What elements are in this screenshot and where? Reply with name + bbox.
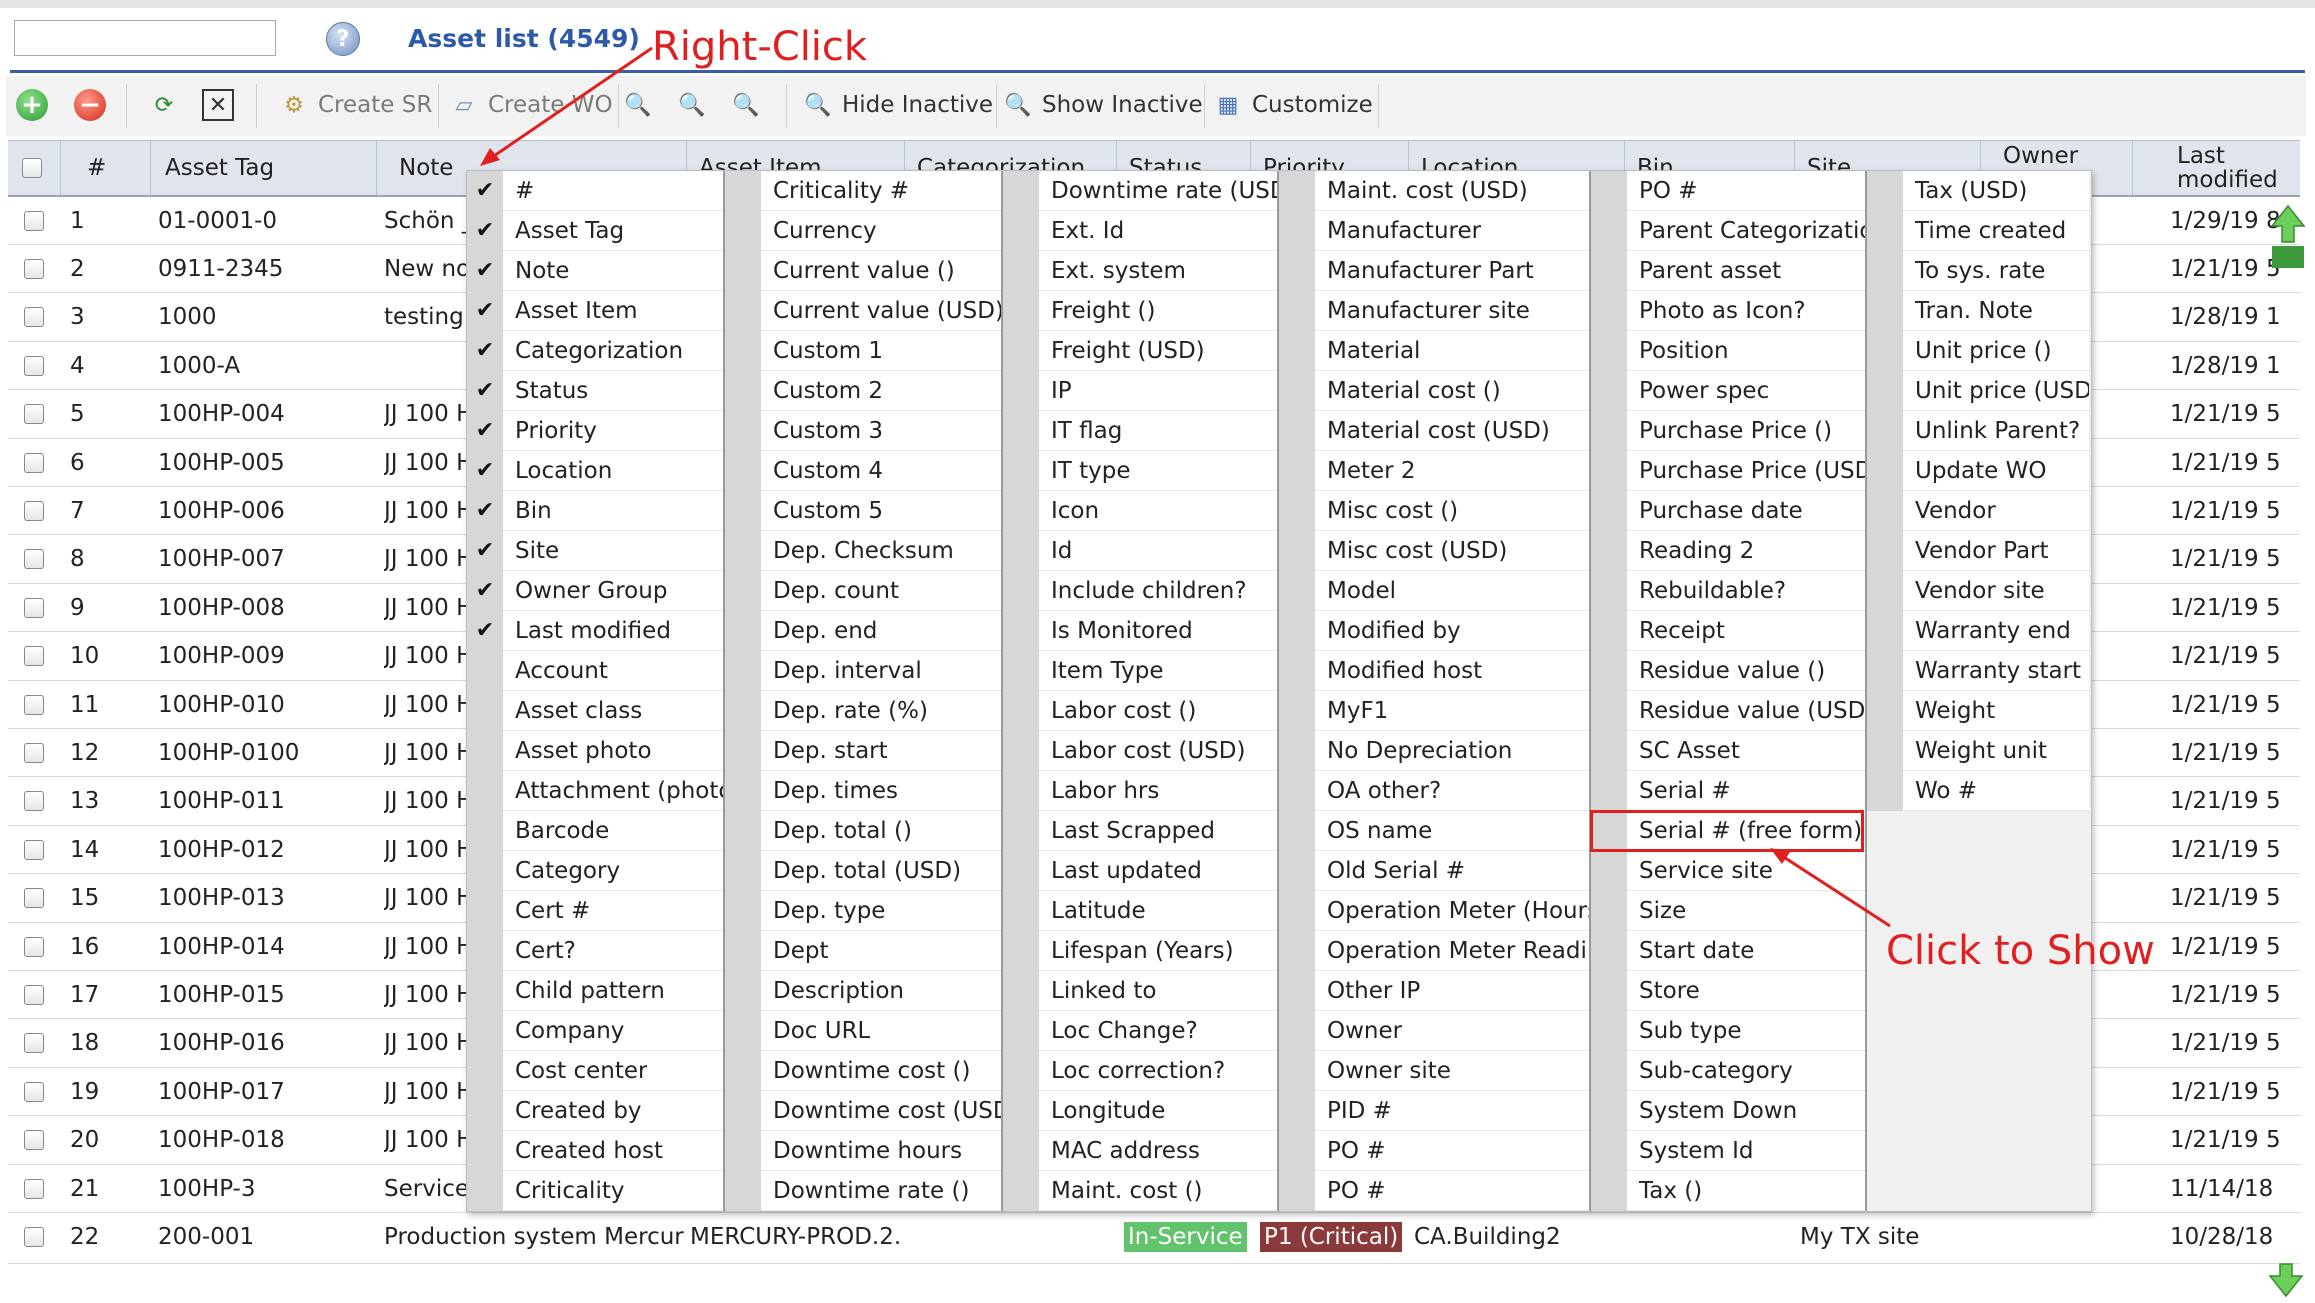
right-click-arrow (487, 46, 653, 162)
right-click-arrow-head (480, 148, 500, 166)
click-to-show-arrow-head (1770, 848, 1790, 864)
scroll-down-icon[interactable] (2268, 1262, 2304, 1298)
click-to-show-arrow (1775, 850, 1891, 928)
annotation-arrows (480, 46, 1891, 928)
scroll-up-icon[interactable] (2270, 204, 2306, 270)
